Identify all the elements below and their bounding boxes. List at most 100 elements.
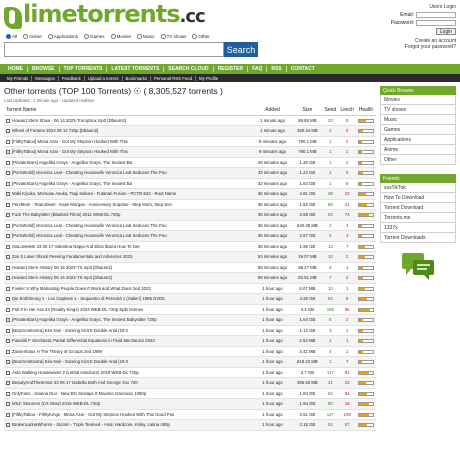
quick-browse-games[interactable]: Games xyxy=(380,125,456,135)
torrent-name-link[interactable]: Zou 5 Laser Shock Peening Fundamentals a… xyxy=(12,254,132,259)
quick-browse-anime[interactable]: Anime xyxy=(380,145,456,155)
torrent-name-link[interactable]: [PrivateStars] Angelika Grays - Angelika… xyxy=(12,317,157,322)
torrent-name-link[interactable]: OnlyFans - Gianna Dior - New BG Sextape … xyxy=(12,391,146,396)
quick-browse-applications[interactable]: Applications xyxy=(380,135,456,145)
category-option-music[interactable]: Music xyxy=(136,34,155,39)
torrent-name-link[interactable]: Fiandoli F Stochastic Partial Differenti… xyxy=(12,338,155,343)
quick-browse-tv-shows[interactable]: TV shows xyxy=(380,105,456,115)
category-option-games[interactable]: Games xyxy=(84,34,105,39)
quick-browse-movies[interactable]: Movies xyxy=(380,95,456,105)
nav-item-faq[interactable]: FAQ xyxy=(248,66,268,72)
download-icon[interactable] xyxy=(6,213,10,218)
download-icon[interactable] xyxy=(6,181,10,186)
radio-icon[interactable] xyxy=(110,34,116,39)
download-icon[interactable] xyxy=(6,139,10,144)
torrent-name-link[interactable]: [BrazzersExxtra] Kira Noir - Earning Kir… xyxy=(12,328,128,333)
nav-item-browse[interactable]: BROWSE xyxy=(28,66,60,72)
torrent-name-link[interactable]: Fuck The Babysitter (Bluebird Films) 201… xyxy=(12,212,120,217)
torrent-name-link[interactable]: Howard Stern History 06 16 2023-TS mp3 [… xyxy=(12,275,112,280)
category-option-other[interactable]: Other xyxy=(192,34,210,39)
torrent-name-link[interactable]: MILF Stunners (CX Wow) 2016 WEB-DL 720p xyxy=(12,401,100,406)
torrent-name-link[interactable]: Die Entführung 1 - Les Captives 1 - Sequ… xyxy=(12,296,165,301)
col-added[interactable]: Added xyxy=(252,105,293,116)
download-icon[interactable] xyxy=(6,391,10,396)
subnav-item-feedback[interactable]: Feedback xyxy=(59,75,85,81)
torrent-name-link[interactable]: [FilthyTaboo] Mona Azar - Got My Stepson… xyxy=(12,149,128,154)
friend-link-how-to-download[interactable]: How To Download xyxy=(380,193,456,203)
nav-item-search-cloud[interactable]: SEARCH CLOUD xyxy=(164,66,214,72)
friend-link-torrents-me[interactable]: Torrents.me xyxy=(380,213,456,223)
friend-link-ssstiktok[interactable]: sssTikTok xyxy=(380,183,456,193)
download-icon[interactable] xyxy=(6,412,10,417)
torrent-name-link[interactable]: Asta Walking Housewives 2 (Lethal Hardco… xyxy=(12,370,139,375)
torrent-name-link[interactable]: [PornWorld] Veronica Leal - Cheating Hou… xyxy=(12,170,167,175)
torrent-name-link[interactable]: BrokenLatinaWhores - Jazmin - Triple Tea… xyxy=(12,422,170,427)
download-icon[interactable] xyxy=(6,286,10,291)
nav-item-latest-torrents[interactable]: LATEST TORRENTS xyxy=(107,66,165,72)
torrent-name-link[interactable]: Howard Stern Show - 06 14 2023-TrumpSux … xyxy=(12,118,126,123)
radio-icon[interactable] xyxy=(84,34,90,39)
download-icon[interactable] xyxy=(6,328,10,333)
search-button[interactable]: Search xyxy=(224,42,258,57)
radio-icon[interactable] xyxy=(47,34,53,39)
category-option-anime[interactable]: Anime xyxy=(23,34,42,39)
category-option-applications[interactable]: Applications xyxy=(47,34,78,39)
radio-icon[interactable] xyxy=(136,34,142,39)
download-icon[interactable] xyxy=(6,360,10,365)
download-icon[interactable] xyxy=(6,234,10,239)
torrent-name-link[interactable]: PervMom - TeamSkeet - Katie Morgan - Ann… xyxy=(12,202,172,207)
download-icon[interactable] xyxy=(6,276,10,281)
torrent-name-link[interactable]: [PornWorld] Veronica Leal - Cheating Hou… xyxy=(12,233,167,238)
torrent-name-link[interactable]: [PrivateStars] Angelika Grays - Angelika… xyxy=(12,181,132,186)
forgot-password-link[interactable]: Forgot your password? xyxy=(356,44,456,50)
torrent-name-link[interactable]: Howard Stern History 06 15 2023-TS mp3 [… xyxy=(12,265,112,270)
download-icon[interactable] xyxy=(6,307,10,312)
torrent-name-link[interactable]: Zassenhaus H The Theory of Groups 2ed 19… xyxy=(12,349,102,354)
rss-icon[interactable]: ☉ xyxy=(133,86,141,96)
quick-browse-music[interactable]: Music xyxy=(380,115,456,125)
download-icon[interactable] xyxy=(6,297,10,302)
download-icon[interactable] xyxy=(6,423,10,428)
subnav-item-upload-a-torrent[interactable]: Upload a torrent xyxy=(85,75,123,81)
password-field[interactable] xyxy=(416,20,456,26)
download-icon[interactable] xyxy=(6,265,10,270)
email-field[interactable] xyxy=(416,12,456,18)
radio-icon[interactable] xyxy=(6,34,11,39)
col-leech[interactable]: Leech xyxy=(338,105,356,116)
friend-link-torrent-download[interactable]: Torrent Download xyxy=(380,203,456,213)
torrent-name-link[interactable]: Fowler S Why Motivating People Doesn't W… xyxy=(12,286,151,291)
nav-item-home[interactable]: HOME xyxy=(4,66,28,72)
subnav-item-messages[interactable]: Messages xyxy=(32,75,59,81)
nav-item-top-torrents[interactable]: TOP TORRENTS xyxy=(60,66,108,72)
friend-link-1337x[interactable]: 1337x xyxy=(380,223,456,233)
download-icon[interactable] xyxy=(6,223,10,228)
download-icon[interactable] xyxy=(6,402,10,407)
download-icon[interactable] xyxy=(6,255,10,260)
subnav-item-bookmarks[interactable]: Bookmarks xyxy=(123,75,152,81)
subnav-item-personal-rss-feed[interactable]: Personal RSS Feed xyxy=(151,75,197,81)
radio-icon[interactable] xyxy=(192,34,198,39)
search-input[interactable] xyxy=(4,42,224,57)
radio-icon[interactable] xyxy=(160,34,166,39)
nav-item-rss[interactable]: RSS xyxy=(267,66,287,72)
download-icon[interactable] xyxy=(6,370,10,375)
download-icon[interactable] xyxy=(6,349,10,354)
category-option-tv-shows[interactable]: TV shows xyxy=(160,34,186,39)
category-option-movies[interactable]: Movies xyxy=(110,34,131,39)
download-icon[interactable] xyxy=(6,160,10,165)
download-icon[interactable] xyxy=(6,318,10,323)
download-icon[interactable] xyxy=(6,339,10,344)
nav-item-contact[interactable]: CONTACT xyxy=(287,66,319,72)
radio-icon[interactable] xyxy=(23,34,29,39)
torrent-name-link[interactable]: [PrivateStars] Angelika Grays - Angelika… xyxy=(12,160,132,165)
torrent-name-link[interactable]: Pull It In Her Ass 24 (Reality Kings) 20… xyxy=(12,307,143,312)
torrent-name-link[interactable]: SisLovesMe 23 06 17 Valentina Nappi And … xyxy=(12,244,140,249)
torrent-name-link[interactable]: Maki Kiyoko, Momoae Asuka, Tsuji Sakura … xyxy=(12,191,176,196)
quick-browse-other[interactable]: Other xyxy=(380,155,456,165)
login-button[interactable]: Login xyxy=(435,28,456,35)
torrent-name-link[interactable]: BeautyAndTheSenior 23 06 17 Isabella Bot… xyxy=(12,380,138,385)
download-icon[interactable] xyxy=(6,202,10,207)
subnav-item-my-friends[interactable]: My Friends xyxy=(4,75,33,81)
download-icon[interactable] xyxy=(6,171,10,176)
torrent-name-link[interactable]: [PornWorld] Veronica Leal - Cheating Hou… xyxy=(12,223,167,228)
